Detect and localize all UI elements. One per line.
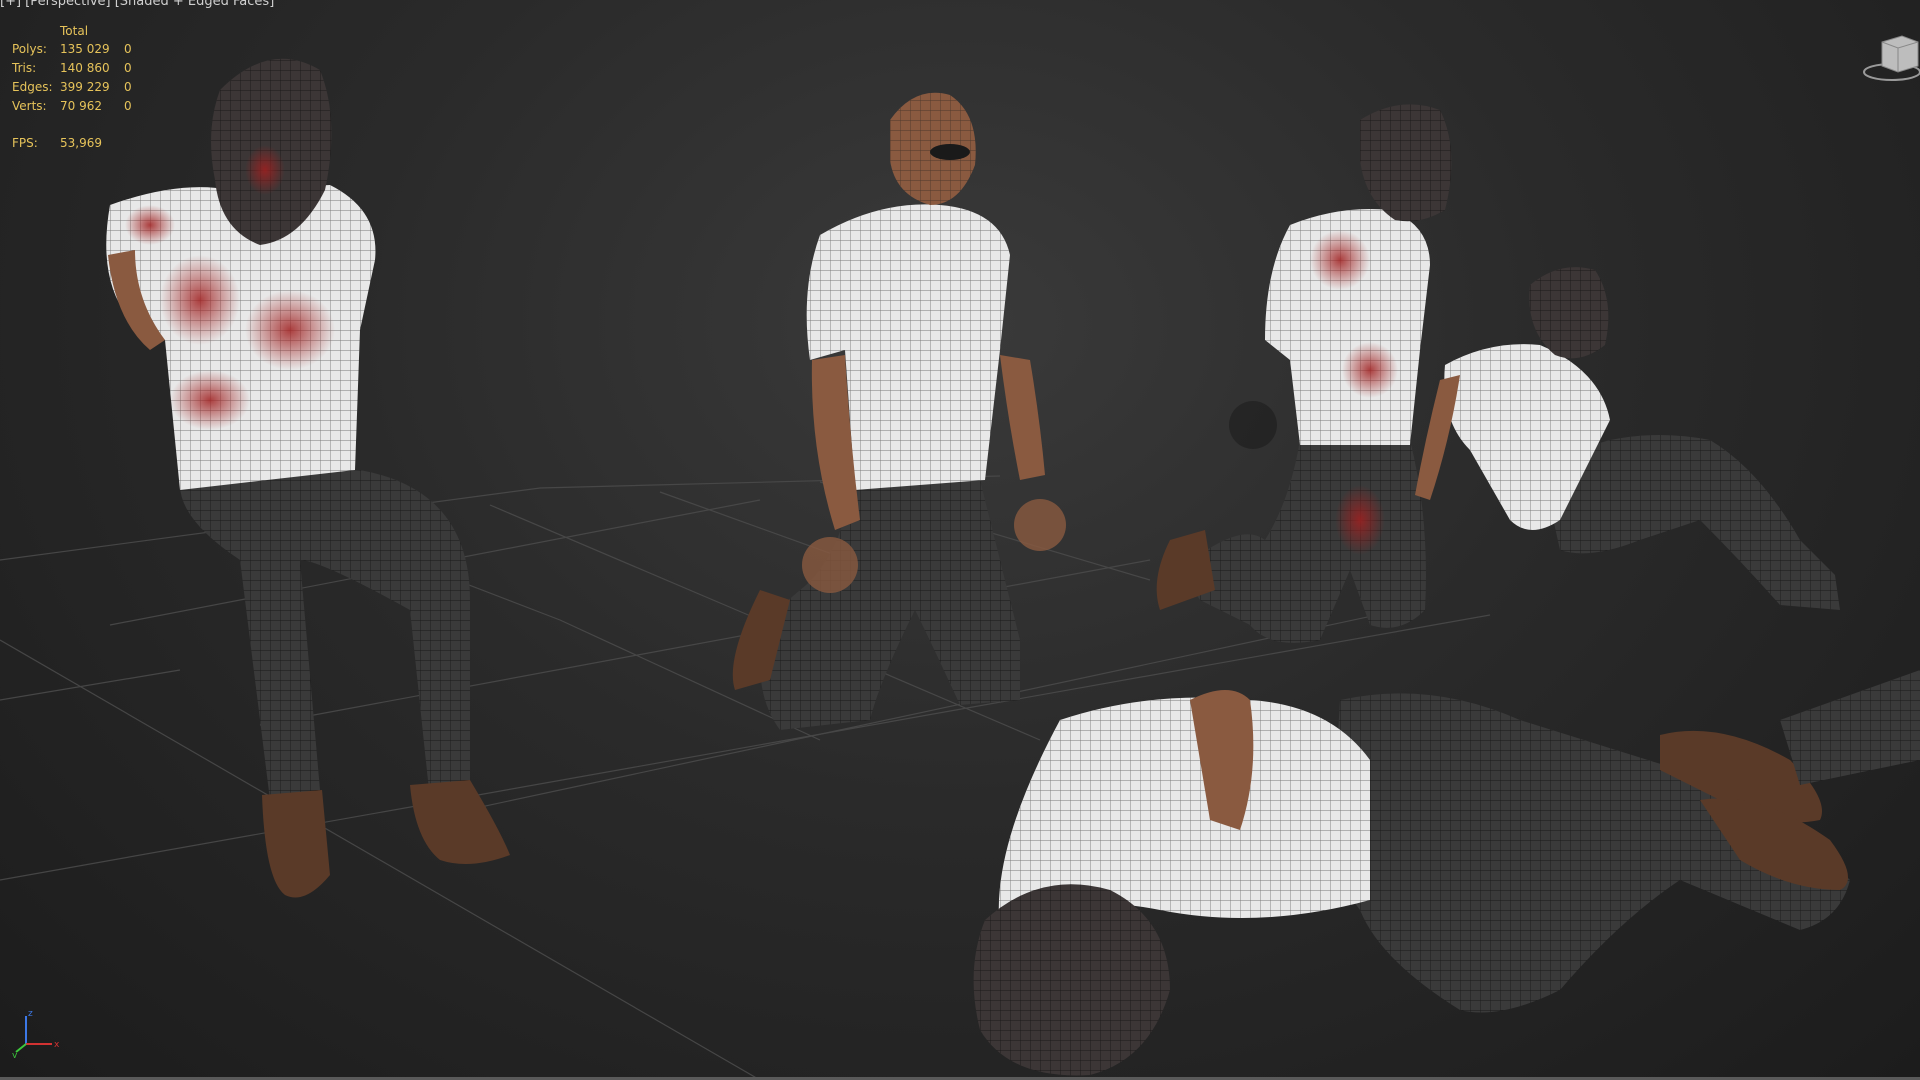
lying-figure[interactable] <box>973 670 1920 1076</box>
stats-header: Total <box>60 24 89 38</box>
stats-value: 399 229 <box>60 80 110 94</box>
figure1-boot-left <box>262 790 330 898</box>
stats-key: Verts: <box>12 99 47 113</box>
kneeling-bald-figure[interactable] <box>732 92 1066 730</box>
viewport-label[interactable]: [+] [Perspective] [Shaded + Edged Faces] <box>0 0 274 9</box>
axis-x-label: x <box>54 1040 60 1050</box>
stats-selected: 0 <box>124 99 132 113</box>
kneeling-hooded-figure[interactable] <box>1156 104 1452 643</box>
axis-tripod-icon: z x y <box>12 1008 62 1061</box>
stats-value: 70 962 <box>60 99 102 113</box>
axis-y-label: y <box>12 1051 18 1058</box>
fps-label: FPS: <box>12 136 38 150</box>
viewcube-icon[interactable] <box>1856 28 1920 84</box>
stats-selected: 0 <box>124 61 132 75</box>
stats-selected: 0 <box>124 80 132 94</box>
stats-key: Polys: <box>12 42 47 56</box>
stats-selected: 0 <box>124 42 132 56</box>
stats-value: 140 860 <box>60 61 110 75</box>
scene-canvas[interactable] <box>0 0 1920 1080</box>
stats-key: Tris: <box>12 61 37 75</box>
stats-value: 135 029 <box>60 42 110 56</box>
reclined-hooded-figure[interactable] <box>1415 267 1840 610</box>
figure4-arm <box>1415 375 1460 500</box>
figure2-arm-right <box>1000 355 1045 480</box>
perspective-viewport[interactable]: [+] [Perspective] [Shaded + Edged Faces]… <box>0 0 1920 1080</box>
stats-key: Edges: <box>12 80 53 94</box>
seated-hooded-figure[interactable] <box>106 58 510 898</box>
figure1-boot-right <box>410 780 510 864</box>
axis-z-label: z <box>28 1009 33 1019</box>
fps-value: 53,969 <box>60 136 102 150</box>
